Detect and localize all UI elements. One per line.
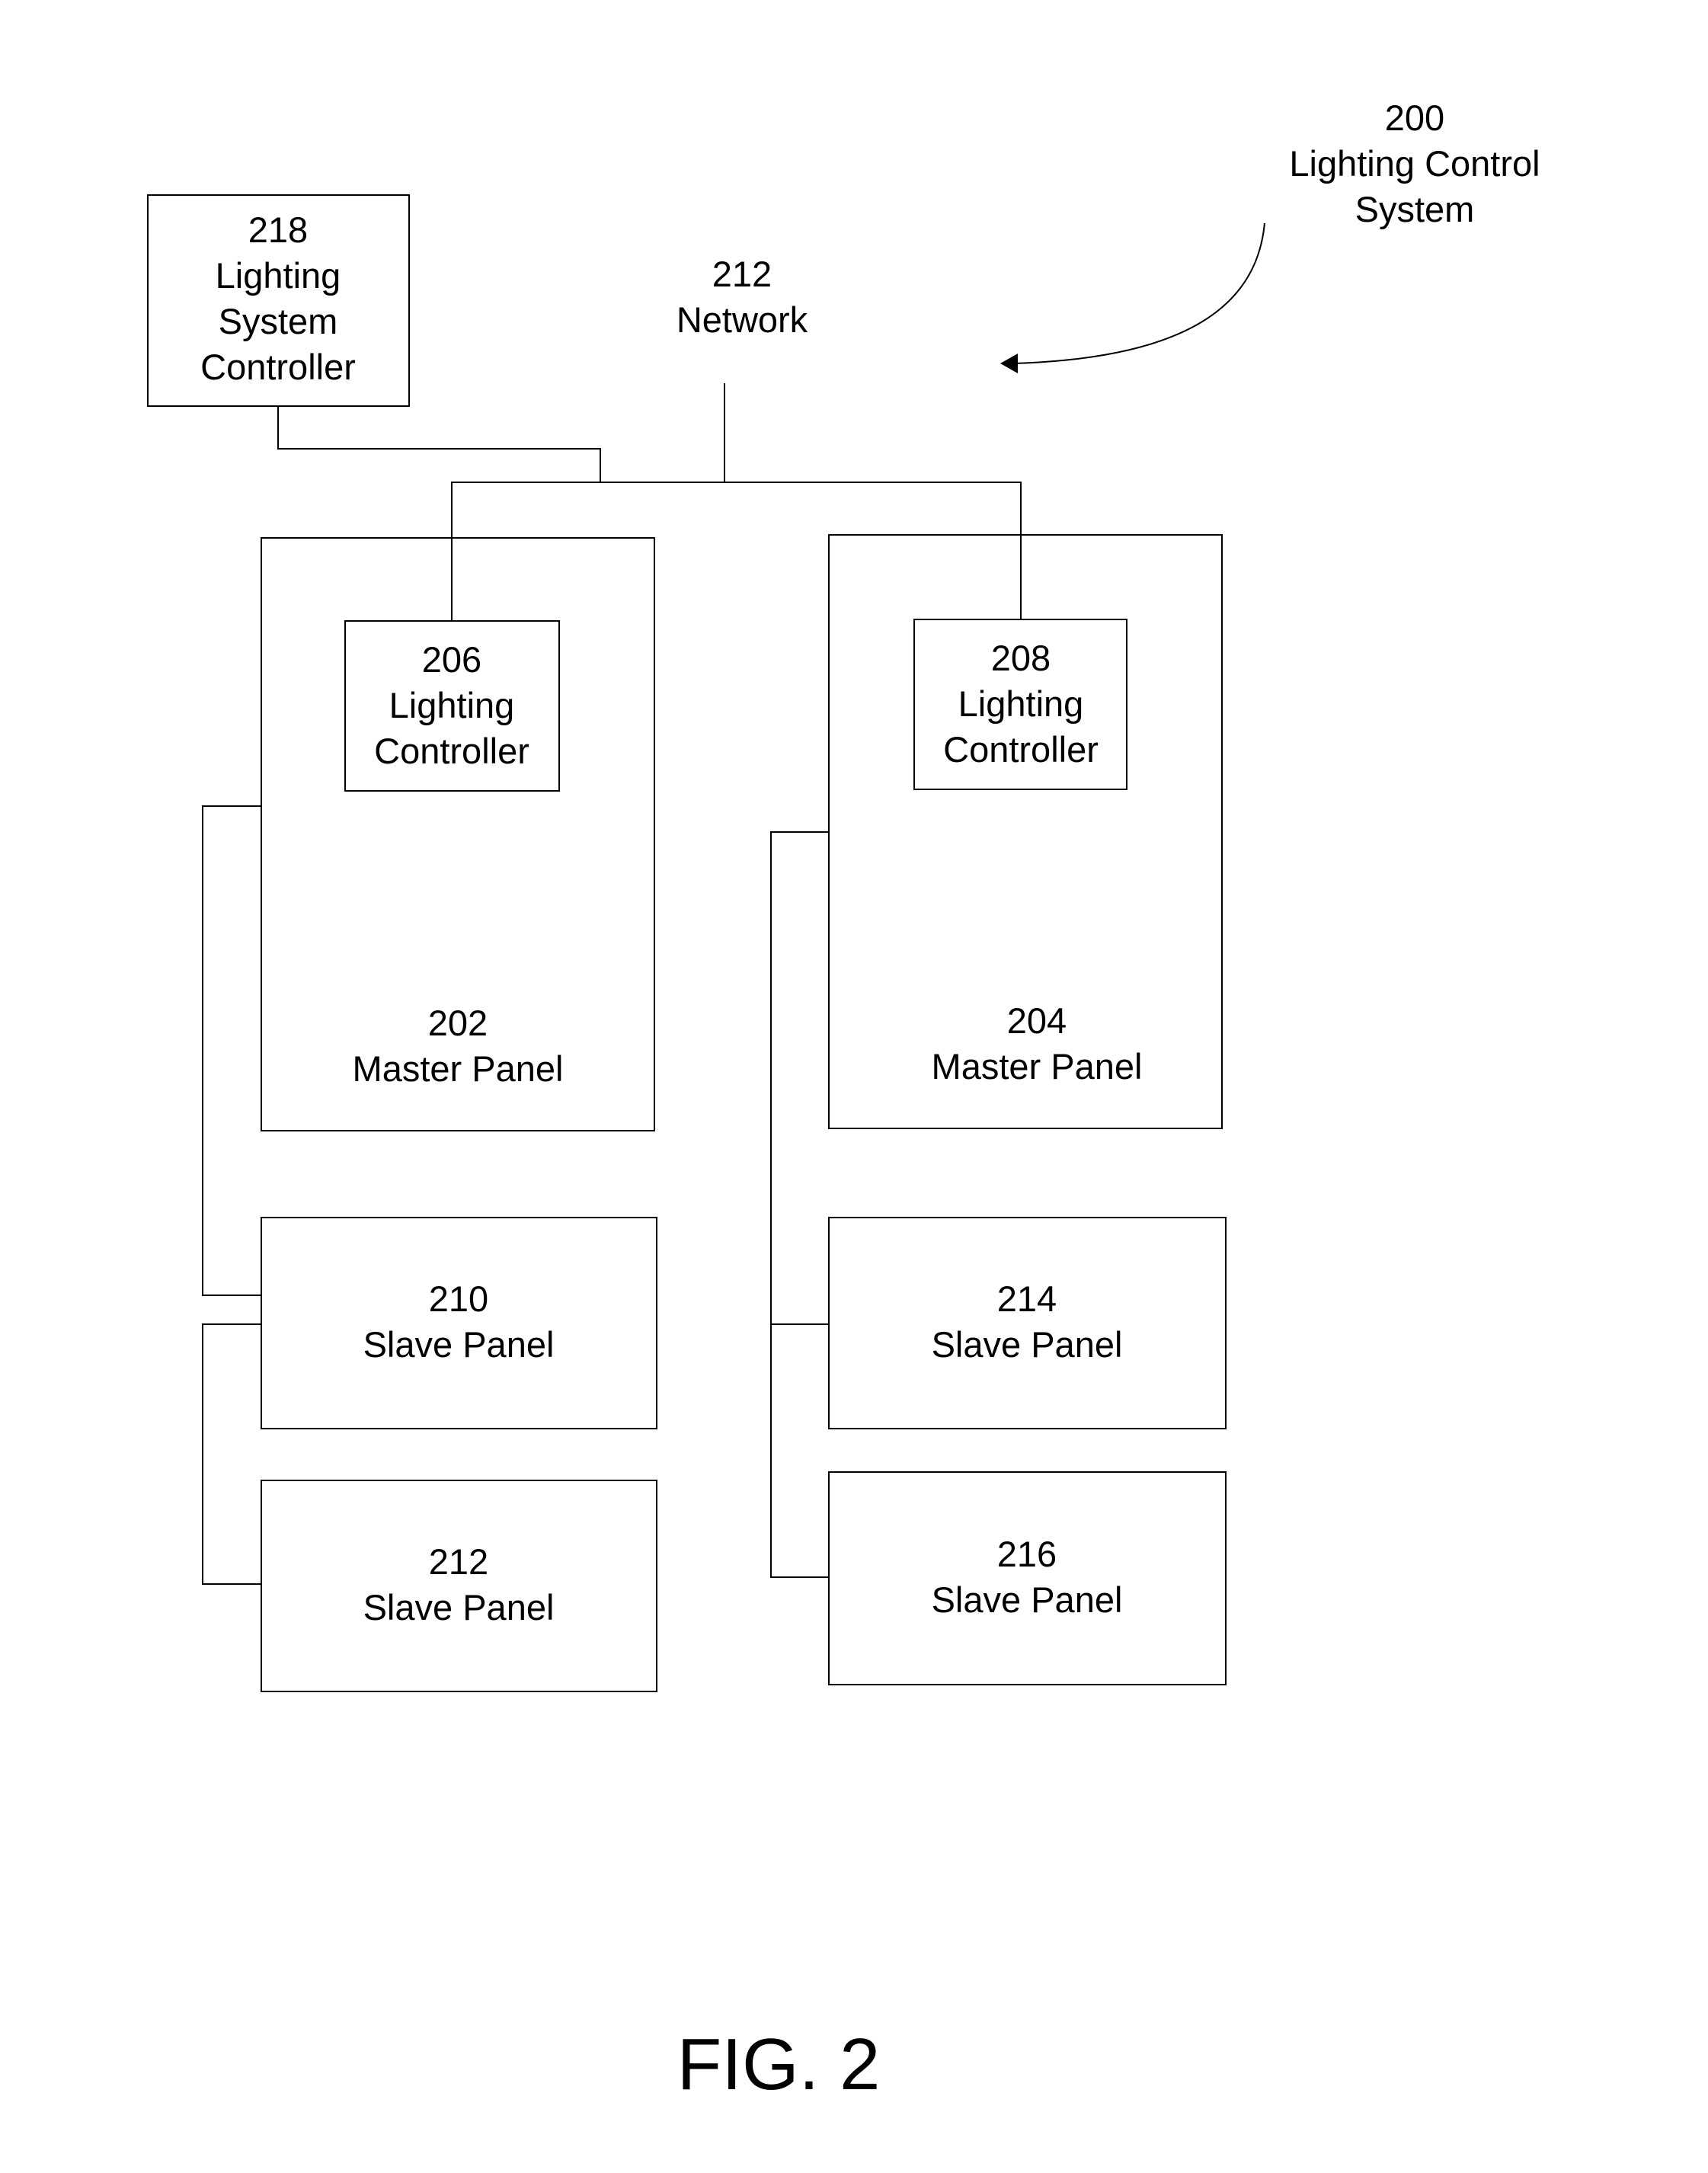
- figure-caption: FIG. 2: [676, 2024, 881, 2105]
- slave-panel-214-name: Slave Panel: [931, 1324, 1123, 1365]
- slave-panel-212-number: 212: [428, 1541, 489, 1582]
- system-name-line2: System: [1355, 189, 1475, 229]
- slave-panel-210-label: 210 Slave Panel: [363, 1276, 555, 1368]
- master-panel-202-name: Master Panel: [352, 1048, 564, 1089]
- network-label: 212 Network: [676, 251, 808, 343]
- lighting-system-controller-label: 218 Lighting System Controller: [200, 207, 356, 390]
- arrow-head-icon: [1000, 354, 1018, 373]
- master-panel-202-number: 202: [427, 1003, 488, 1043]
- link-202-210: [202, 805, 261, 1296]
- system-controller-link: [277, 406, 601, 482]
- master-panel-202-label: 202 Master Panel: [353, 1000, 564, 1092]
- slave-panel-216-name: Slave Panel: [931, 1579, 1123, 1620]
- system-label: 200 Lighting Control System: [1289, 95, 1540, 232]
- link-204-214-216: [770, 831, 828, 1578]
- controller-206-line2: Controller: [374, 731, 529, 771]
- reference-arrow-curve: [1012, 222, 1265, 364]
- slave-panel-212-name: Slave Panel: [363, 1587, 555, 1627]
- controller-208-line2: Controller: [943, 729, 1099, 770]
- controller-206-line1: Lighting: [389, 685, 515, 725]
- slave-panel-212-label: 212 Slave Panel: [363, 1539, 555, 1631]
- slave-panel-216-number: 216: [996, 1534, 1057, 1574]
- master-panel-204-name: Master Panel: [931, 1046, 1143, 1086]
- system-number: 200: [1384, 98, 1445, 138]
- slave-panel-216-label: 216 Slave Panel: [932, 1531, 1123, 1623]
- lighting-controller-208-label: 208 Lighting Controller: [943, 635, 1099, 773]
- system-controller-line2: System: [218, 301, 338, 341]
- system-controller-number: 218: [248, 210, 309, 250]
- slave-panel-214-number: 214: [996, 1279, 1057, 1319]
- network-name: Network: [676, 299, 808, 340]
- master-panel-204-number: 204: [1006, 1000, 1067, 1041]
- slave-panel-214-label: 214 Slave Panel: [932, 1276, 1123, 1368]
- lighting-controller-206-label: 206 Lighting Controller: [374, 637, 529, 774]
- controller-206-number: 206: [421, 639, 482, 680]
- controller-208-line1: Lighting: [958, 683, 1084, 724]
- system-controller-line3: Controller: [200, 347, 356, 387]
- link-210-212: [202, 1323, 261, 1585]
- master-panel-204-label: 204 Master Panel: [932, 998, 1143, 1090]
- slave-panel-210-number: 210: [428, 1279, 489, 1319]
- system-name-line1: Lighting Control: [1289, 143, 1540, 184]
- controller-208-number: 208: [990, 638, 1051, 678]
- network-number: 212: [712, 254, 772, 294]
- system-controller-line1: Lighting: [215, 255, 341, 296]
- slave-panel-210-name: Slave Panel: [363, 1324, 555, 1365]
